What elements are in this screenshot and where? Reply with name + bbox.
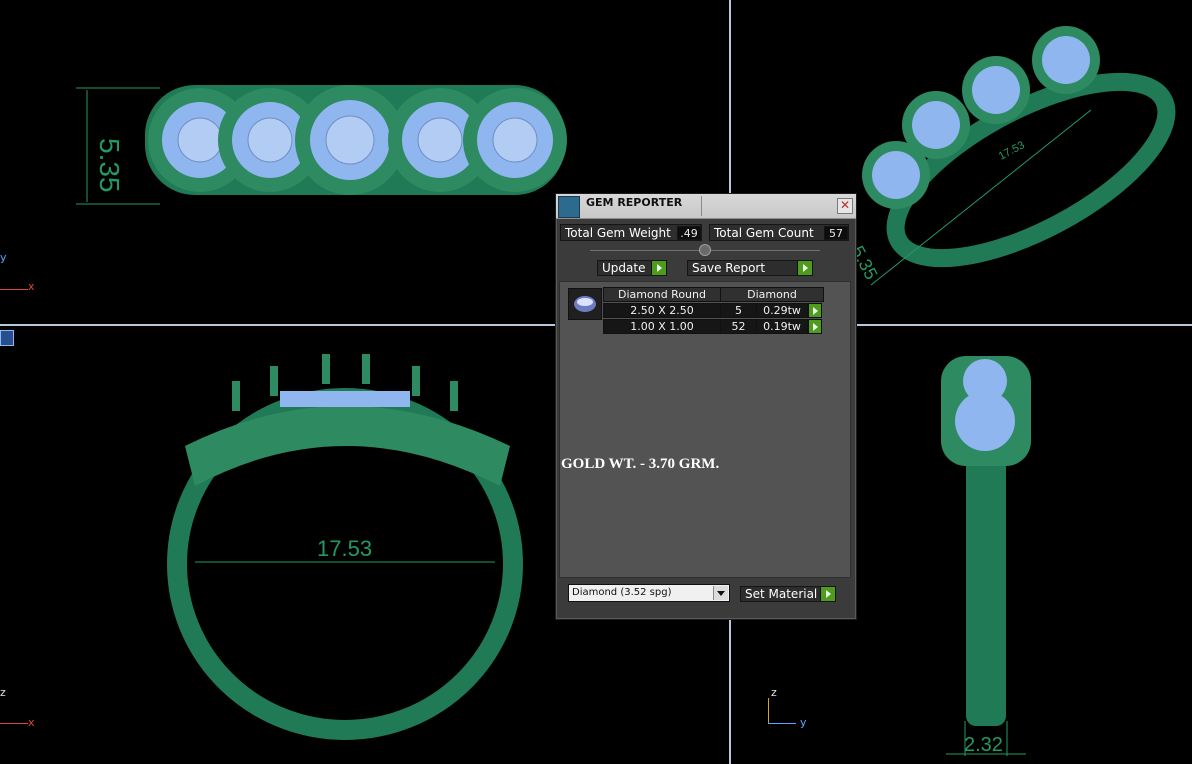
table-header-material: Diamond [720, 287, 824, 302]
play-arrow-icon [820, 587, 835, 601]
prong-row [232, 354, 458, 411]
gem-icon [568, 288, 602, 320]
dialog-title: GEM REPORTER [586, 196, 683, 209]
material-select[interactable]: Diamond (3.52 spg) [568, 584, 730, 602]
close-icon[interactable]: ✕ [837, 198, 853, 214]
update-button[interactable]: Update [597, 260, 667, 276]
row-1-play-icon[interactable] [808, 303, 822, 318]
dimension-label: 17.53 [317, 536, 372, 561]
play-arrow-icon [651, 261, 666, 275]
total-gem-weight-value: .49 [677, 226, 701, 240]
table-row-1-weight: 0.29tw [756, 303, 808, 318]
material-select-value: Diamond (3.52 spg) [572, 587, 672, 598]
set-material-button[interactable]: Set Material [740, 586, 836, 602]
save-report-button-label: Save Report [692, 261, 766, 275]
x-axis-label: x [28, 280, 35, 293]
chevron-down-icon[interactable] [713, 586, 728, 600]
gold-weight-note: GOLD WT. - 3.70 GRM. [561, 456, 720, 472]
dimension-label: 5.35 [94, 138, 125, 193]
x-axis-line [0, 289, 28, 290]
table-row-1-count: 5 [720, 303, 757, 318]
gem-reporter-dialog[interactable]: GEM REPORTER ✕ Total Gem Weight .49 Tota… [555, 193, 857, 620]
dimension-label: 2.32 [964, 734, 1003, 756]
gem-reporter-icon [558, 196, 580, 218]
gem-cluster-5 [463, 88, 567, 192]
update-button-label: Update [602, 261, 646, 275]
dimension-label-width: 17.53 [997, 139, 1027, 163]
dialog-titlebar[interactable]: GEM REPORTER ✕ [556, 194, 856, 219]
total-gem-count-value: 57 [824, 226, 848, 240]
table-header-shape: Diamond Round [603, 287, 721, 302]
title-separator [701, 196, 702, 216]
set-material-button-label: Set Material [745, 587, 818, 601]
play-arrow-icon [797, 261, 812, 275]
gem-row [862, 26, 1100, 209]
splitter-handle[interactable] [699, 244, 711, 256]
table-row-2-weight: 0.19tw [756, 319, 808, 334]
x-axis-label: x [28, 716, 35, 729]
row-2-play-icon[interactable] [808, 319, 822, 334]
save-report-button[interactable]: Save Report [687, 260, 813, 276]
x-axis-line [0, 723, 28, 724]
y-axis-line [768, 723, 796, 724]
y-axis-label: y [0, 251, 7, 264]
table-row-2-count: 52 [720, 319, 757, 334]
z-axis-line [768, 698, 769, 723]
table-row-1-size: 2.50 X 2.50 [603, 303, 721, 318]
table-row-2-size: 1.00 X 1.00 [603, 319, 721, 334]
y-axis-label: y [800, 716, 807, 729]
z-axis-label: z [0, 686, 6, 699]
z-axis-label: z [771, 686, 777, 699]
gem-list-panel: Diamond Round Diamond 2.50 X 2.50 5 0.29… [559, 281, 851, 578]
viewport-menu-toggle[interactable] [0, 330, 14, 346]
